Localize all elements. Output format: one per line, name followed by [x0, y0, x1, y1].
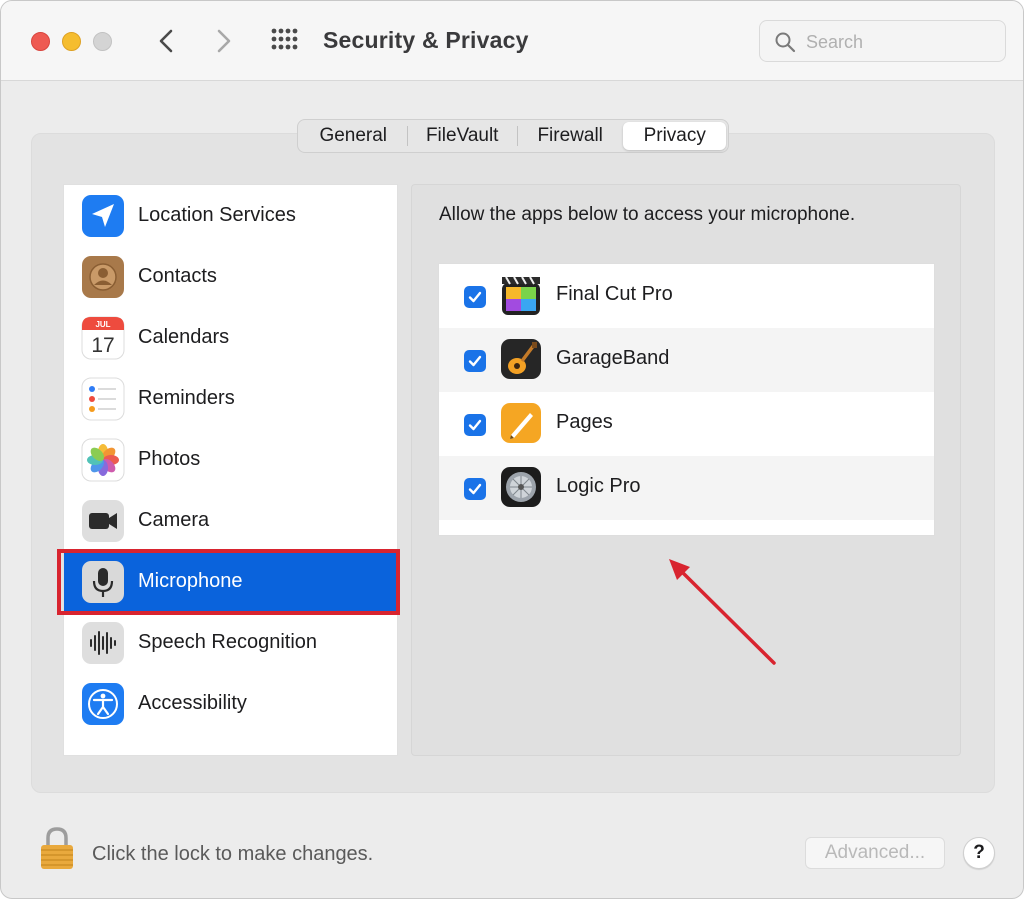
- sidebar-item-label: Calendars: [138, 326, 230, 348]
- photos-icon: [81, 438, 125, 481]
- app-name: GarageBand: [556, 347, 670, 369]
- app-name: Pages: [556, 411, 613, 433]
- grid-icon: [271, 28, 298, 50]
- sidebar-item-label: Microphone: [138, 570, 243, 592]
- show-all-button[interactable]: [269, 27, 301, 55]
- close-window-button[interactable]: [31, 32, 50, 51]
- sidebar-item-speech-recognition[interactable]: Speech Recognition: [64, 612, 397, 673]
- final-cut-pro-icon: [502, 276, 540, 315]
- window-title: Security & Privacy: [323, 27, 529, 53]
- tab-bar: General FileVault Firewall Privacy: [297, 119, 729, 153]
- chevron-right-icon: [217, 29, 231, 53]
- sidebar-item-microphone[interactable]: Microphone: [64, 551, 397, 612]
- sidebar-item-location-services[interactable]: Location Services: [64, 185, 397, 246]
- chevron-left-icon: [159, 29, 173, 53]
- reminders-icon: [81, 377, 125, 420]
- detail-description: Allow the apps below to access your micr…: [439, 204, 856, 225]
- forward-button[interactable]: [207, 25, 239, 57]
- app-row-final-cut-pro: Final Cut Pro: [439, 264, 934, 328]
- camera-icon: [82, 499, 124, 542]
- tab-firewall[interactable]: Firewall: [518, 122, 623, 150]
- tab-general[interactable]: General: [300, 122, 407, 150]
- app-checkbox[interactable]: [464, 414, 486, 436]
- sidebar-item-label: Reminders: [138, 387, 235, 409]
- app-checkbox[interactable]: [464, 350, 486, 372]
- calendar-icon: JUL 17: [81, 316, 125, 359]
- app-row-garageband: GarageBand: [439, 328, 934, 392]
- svg-text:JUL: JUL: [95, 320, 110, 329]
- system-preferences-window: Security & Privacy General FileVault Fir…: [0, 0, 1024, 899]
- checkmark-icon: [468, 355, 482, 367]
- checkmark-icon: [468, 419, 482, 431]
- app-checkbox[interactable]: [464, 286, 486, 308]
- app-checkbox[interactable]: [464, 478, 486, 500]
- sidebar-item-photos[interactable]: Photos: [64, 429, 397, 490]
- sidebar-item-camera[interactable]: Camera: [64, 490, 397, 551]
- annotation-arrow-icon: [669, 559, 776, 665]
- location-arrow-icon: [82, 194, 124, 237]
- sidebar-item-label: Contacts: [138, 265, 217, 287]
- sidebar-item-label: Location Services: [138, 204, 296, 226]
- speech-waveform-icon: [82, 621, 124, 664]
- sidebar-item-calendars[interactable]: JUL 17 Calendars: [64, 307, 397, 368]
- app-row-logic-pro: Logic Pro: [439, 456, 934, 520]
- search-field[interactable]: [759, 20, 1006, 62]
- search-icon: [775, 32, 796, 53]
- lock-icon[interactable]: [39, 826, 75, 870]
- garageband-icon: [501, 339, 541, 379]
- zoom-window-button[interactable]: [93, 32, 112, 51]
- app-name: Final Cut Pro: [556, 283, 673, 305]
- sidebar-item-label: Camera: [138, 509, 210, 531]
- back-button[interactable]: [151, 25, 183, 57]
- help-button[interactable]: ?: [963, 837, 995, 869]
- sidebar-item-reminders[interactable]: Reminders: [64, 368, 397, 429]
- advanced-button[interactable]: Advanced...: [805, 837, 945, 869]
- tab-privacy[interactable]: Privacy: [623, 122, 726, 150]
- privacy-category-list: Location Services Contacts JUL 17 Calend…: [63, 184, 398, 756]
- contacts-icon: [82, 255, 124, 298]
- checkmark-icon: [468, 291, 482, 303]
- sidebar-item-accessibility[interactable]: Accessibility: [64, 673, 397, 734]
- app-list: Final Cut Pro GarageBand Pages Logic Pro: [438, 263, 935, 536]
- title-bar: Security & Privacy: [1, 1, 1023, 81]
- sidebar-item-label: Speech Recognition: [138, 631, 318, 653]
- search-input[interactable]: [806, 29, 991, 55]
- microphone-icon: [82, 560, 124, 603]
- app-row-pages: Pages: [439, 392, 934, 456]
- app-name: Logic Pro: [556, 475, 641, 497]
- tab-filevault[interactable]: FileVault: [407, 122, 516, 150]
- checkmark-icon: [468, 483, 482, 495]
- accessibility-icon: [82, 682, 124, 725]
- lock-status-text: Click the lock to make changes.: [92, 843, 374, 865]
- pages-icon: [501, 403, 541, 443]
- sidebar-item-label: Photos: [138, 448, 201, 470]
- svg-text:17: 17: [91, 334, 114, 357]
- sidebar-item-label: Accessibility: [138, 692, 247, 714]
- sidebar-item-contacts[interactable]: Contacts: [64, 246, 397, 307]
- logic-pro-icon: [501, 467, 541, 507]
- minimize-window-button[interactable]: [62, 32, 81, 51]
